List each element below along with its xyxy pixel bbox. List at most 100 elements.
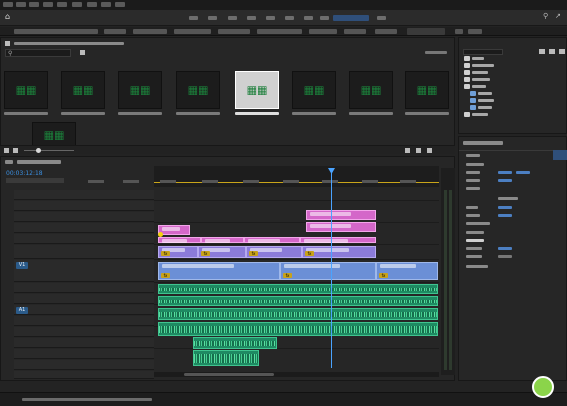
timeline-tab[interactable] xyxy=(5,160,13,164)
workspace-tab-active[interactable] xyxy=(333,15,369,21)
panel-tab-active[interactable] xyxy=(407,28,445,35)
media-thumbnail[interactable]: ▦▦ xyxy=(176,71,220,109)
effect-row[interactable] xyxy=(458,178,558,183)
track-header[interactable] xyxy=(14,316,154,326)
menu-item[interactable] xyxy=(115,2,125,7)
title-clip[interactable] xyxy=(158,237,201,243)
scroll-thumb[interactable] xyxy=(184,373,274,376)
workspace-tab[interactable] xyxy=(320,16,329,20)
search-input[interactable]: ⚲ xyxy=(5,49,71,57)
effect-row[interactable] xyxy=(458,254,558,259)
menu-item[interactable] xyxy=(3,2,13,7)
title-clip[interactable] xyxy=(244,237,300,243)
tree-search-input[interactable] xyxy=(463,49,503,55)
timecode[interactable]: 00:03:12:18 xyxy=(6,170,43,177)
list-view-icon[interactable] xyxy=(4,148,9,153)
audio-clip-a1[interactable] xyxy=(158,308,438,320)
tree-item[interactable] xyxy=(464,77,504,82)
effect-row[interactable] xyxy=(458,205,558,210)
panel-tab[interactable] xyxy=(468,29,482,34)
menu-item[interactable] xyxy=(87,2,97,7)
workspace-tab[interactable] xyxy=(304,16,313,20)
tree-item[interactable] xyxy=(464,63,504,68)
video-clip-v1[interactable]: fx xyxy=(280,262,376,280)
effect-value[interactable] xyxy=(498,179,512,182)
track-header[interactable] xyxy=(14,294,154,304)
video-clip-v1[interactable]: fx xyxy=(376,262,438,280)
filter-icon[interactable] xyxy=(80,50,85,55)
playhead[interactable] xyxy=(331,168,332,368)
horizontal-scrollbar[interactable] xyxy=(154,372,439,377)
title-clip[interactable] xyxy=(306,222,376,232)
tree-item[interactable] xyxy=(470,91,510,96)
effect-row[interactable] xyxy=(458,221,558,226)
icon-view-icon[interactable] xyxy=(13,148,18,153)
workspace-tab[interactable] xyxy=(266,16,275,20)
effect-row[interactable] xyxy=(458,153,558,158)
tree-item[interactable] xyxy=(464,56,504,61)
track-header[interactable] xyxy=(14,327,154,337)
media-thumbnail[interactable]: ▦▦ xyxy=(292,71,336,109)
tree-tool-icon[interactable] xyxy=(559,49,565,54)
tree-item[interactable] xyxy=(470,98,510,103)
workspace-tab[interactable] xyxy=(377,16,386,20)
panel-tab[interactable] xyxy=(344,29,366,34)
panel-tab[interactable] xyxy=(218,29,250,34)
effect-value[interactable] xyxy=(498,171,512,174)
panel-tab[interactable] xyxy=(375,29,397,34)
tree-item[interactable] xyxy=(464,84,504,89)
panel-tab[interactable] xyxy=(133,29,167,34)
track-header[interactable] xyxy=(14,360,154,370)
tree-tool-icon[interactable] xyxy=(549,49,555,54)
menu-item[interactable] xyxy=(43,2,53,7)
menu-item[interactable] xyxy=(101,2,111,7)
audio-clip[interactable] xyxy=(158,322,438,336)
timeline-tools[interactable] xyxy=(6,178,64,183)
timeline-ruler[interactable] xyxy=(154,166,439,187)
zoom-slider[interactable] xyxy=(24,150,74,151)
effect-row[interactable] xyxy=(458,246,558,251)
track-header[interactable] xyxy=(14,371,154,379)
effect-row[interactable] xyxy=(458,213,558,218)
track-header[interactable] xyxy=(14,201,154,211)
menu-item[interactable] xyxy=(72,2,82,7)
workspace-tab[interactable] xyxy=(247,16,256,20)
menu-item[interactable] xyxy=(57,2,67,7)
source-patch-v1[interactable]: V1 xyxy=(16,262,28,269)
track-header[interactable] xyxy=(14,283,154,293)
audio-clip[interactable] xyxy=(158,284,438,294)
media-thumbnail-selected[interactable]: ▦▦ xyxy=(235,71,279,109)
effect-row[interactable] xyxy=(458,170,558,175)
tree-item[interactable] xyxy=(464,70,504,75)
title-clip[interactable] xyxy=(201,237,244,243)
new-item-icon[interactable] xyxy=(405,148,410,153)
source-patch-a1[interactable]: A1 xyxy=(16,307,28,314)
track-header[interactable] xyxy=(14,212,154,222)
audio-clip[interactable] xyxy=(193,337,277,349)
track-header[interactable] xyxy=(14,234,154,244)
panel-tab[interactable] xyxy=(104,29,126,34)
search-icon[interactable]: ⚲ xyxy=(543,12,551,22)
expand-icon[interactable]: ↗ xyxy=(555,12,563,22)
video-clip[interactable]: fx xyxy=(302,246,376,258)
audio-clip[interactable] xyxy=(193,350,259,366)
tree-item[interactable] xyxy=(470,105,510,110)
workspace-tab[interactable] xyxy=(208,16,217,20)
video-clip-v1[interactable]: fx xyxy=(158,262,280,280)
tree-tool-icon[interactable] xyxy=(539,49,545,54)
effect-value[interactable] xyxy=(516,171,530,174)
video-clip[interactable]: fx xyxy=(246,246,302,258)
media-thumbnail[interactable]: ▦▦ xyxy=(405,71,449,109)
track-header[interactable] xyxy=(14,223,154,233)
track-header[interactable] xyxy=(14,338,154,348)
track-header[interactable] xyxy=(14,190,154,200)
effect-row[interactable] xyxy=(458,238,558,243)
track-header[interactable] xyxy=(14,349,154,359)
workspace-tab[interactable] xyxy=(189,16,198,20)
panel-tab[interactable] xyxy=(257,29,302,34)
track-header-a1[interactable]: A1 xyxy=(14,305,154,315)
effect-value[interactable] xyxy=(498,255,512,258)
audio-clip[interactable] xyxy=(158,296,438,306)
zoom-slider-handle[interactable] xyxy=(36,148,41,153)
menu-item[interactable] xyxy=(16,2,26,7)
